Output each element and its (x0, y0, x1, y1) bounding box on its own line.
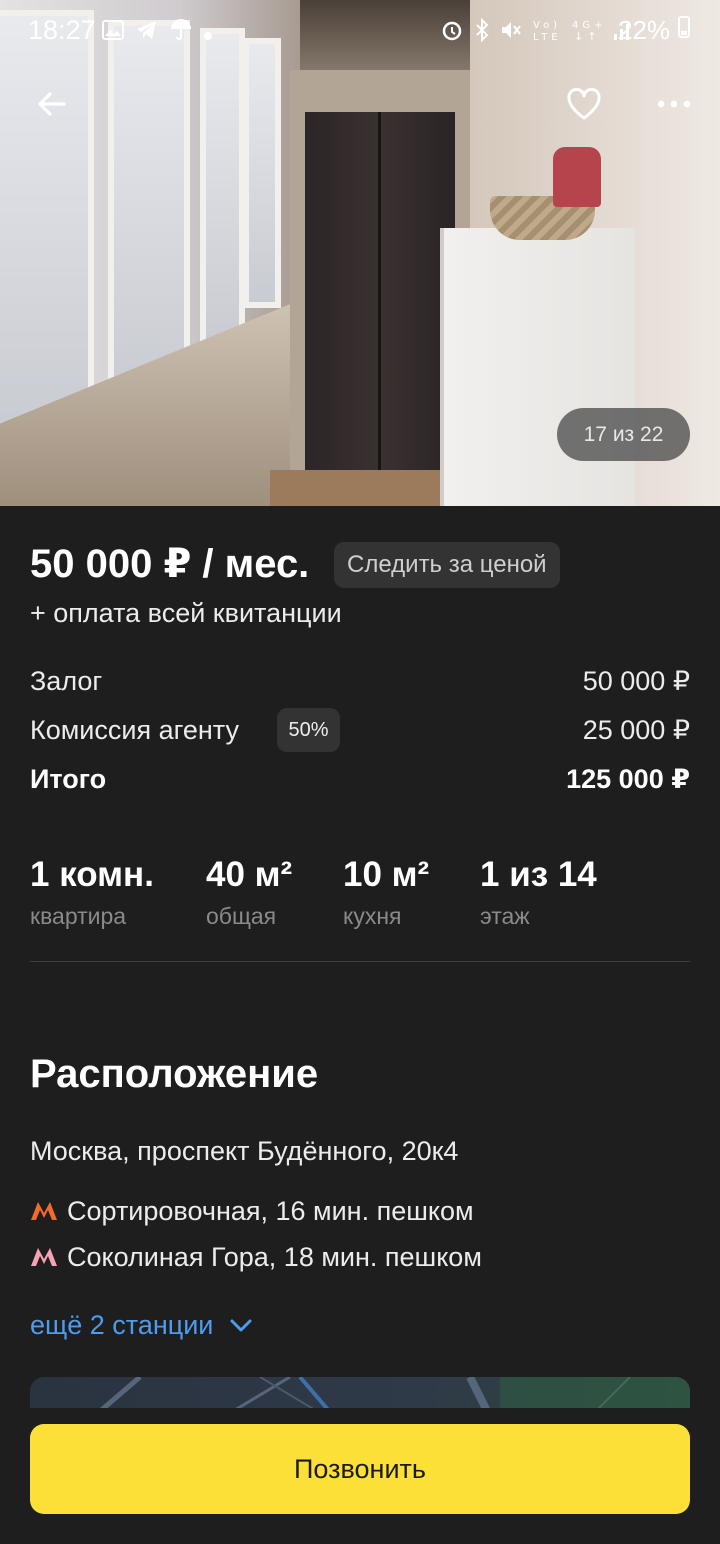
spec-caption: общая (206, 903, 277, 929)
status-bar: 18:27 Vo)LTE 4G+↓↑ 22% (0, 0, 720, 62)
cost-label: Комиссия агенту (30, 715, 239, 745)
cost-value: 50 000 ₽ (582, 666, 690, 696)
photo-window-pane (243, 38, 281, 308)
mute-icon (502, 22, 521, 38)
cost-value: 125 000 ₽ (566, 764, 690, 794)
battery-icon (678, 16, 691, 38)
spec-value: 40 м² (206, 855, 293, 894)
more-menu-button[interactable] (650, 80, 698, 128)
more-stations-link[interactable]: ещё 2 станции (30, 1310, 253, 1341)
svg-text:Vo): Vo) (533, 20, 561, 31)
photo-wardrobe (305, 112, 455, 482)
cost-value: 25 000 ₽ (582, 715, 690, 745)
cost-label: Итого (30, 764, 107, 794)
telegram-icon (137, 21, 157, 39)
notification-icons (102, 18, 213, 46)
spec-rooms: 1 комн. квартира (30, 855, 154, 930)
metro-station: Соколиная Гора, 18 мин. пешком (30, 1239, 482, 1275)
call-button[interactable]: Позвонить (30, 1424, 690, 1514)
battery-percent: 22% (618, 15, 671, 45)
metro-label: Соколиная Гора, 18 мин. пешком (67, 1241, 482, 1272)
spec-value: 10 м² (343, 855, 430, 894)
metro-icon (31, 1202, 57, 1220)
more-stations-label: ещё 2 станции (30, 1310, 214, 1340)
more-dots-icon (657, 100, 691, 108)
bluetooth-icon (475, 17, 488, 43)
cost-row-commission: Комиссия агенту 50% 25 000 ₽ (30, 708, 690, 752)
spec-value: 1 комн. (30, 855, 154, 894)
photo-window-pane (200, 28, 245, 353)
umbrella-icon (171, 19, 192, 40)
spec-caption: кухня (343, 903, 402, 929)
metro-station: Сортировочная, 16 мин. пешком (30, 1193, 474, 1229)
address: Москва, проспект Будённого, 20к4 (30, 1136, 459, 1166)
status-time: 18:27 (28, 15, 96, 45)
metro-label: Сортировочная, 16 мин. пешком (67, 1195, 474, 1226)
dot-icon (204, 32, 213, 40)
divider (30, 961, 690, 962)
network-4g-icon: 4G+↓↑ (572, 20, 603, 43)
spec-caption: квартира (30, 903, 127, 929)
chevron-down-icon (230, 1319, 252, 1331)
commission-badge: 50% (277, 708, 340, 752)
system-icons: Vo)LTE 4G+↓↑ (440, 17, 634, 48)
price-extra: + оплата всей квитанции (30, 598, 342, 628)
arrow-left-icon (38, 92, 66, 116)
back-button[interactable] (28, 80, 76, 128)
spec-kitchen-area: 10 м² кухня (343, 855, 429, 930)
follow-price-button[interactable]: Следить за ценой (334, 542, 560, 588)
battery-level: 22% (618, 15, 691, 46)
heart-icon (567, 87, 601, 120)
location-title: Расположение (30, 1052, 319, 1096)
svg-text:LTE: LTE (533, 32, 562, 42)
metro-icon (31, 1248, 57, 1266)
photo-window-pane (0, 10, 94, 440)
photo-window-pane (108, 20, 190, 400)
cost-row-total: Итого 125 000 ₽ (30, 760, 690, 800)
favorite-button[interactable] (560, 80, 608, 128)
spec-floor: 1 из 14 этаж (480, 855, 597, 930)
svg-text:↓↑: ↓↑ (574, 30, 600, 42)
spec-value: 1 из 14 (480, 855, 597, 894)
cost-label: Залог (30, 666, 103, 696)
volte-icon: Vo)LTE (533, 20, 562, 43)
rent-price: 50 000 ₽ / мес. (30, 542, 310, 586)
photo-towel (553, 147, 601, 207)
spec-caption: этаж (480, 903, 530, 929)
photo-cabinet (440, 228, 635, 506)
spec-total-area: 40 м² общая (206, 855, 292, 930)
alarm-icon (442, 21, 462, 41)
photo-counter: 17 из 22 (557, 408, 690, 461)
cost-row-deposit: Залог 50 000 ₽ (30, 662, 690, 702)
gallery-icon (102, 20, 124, 40)
